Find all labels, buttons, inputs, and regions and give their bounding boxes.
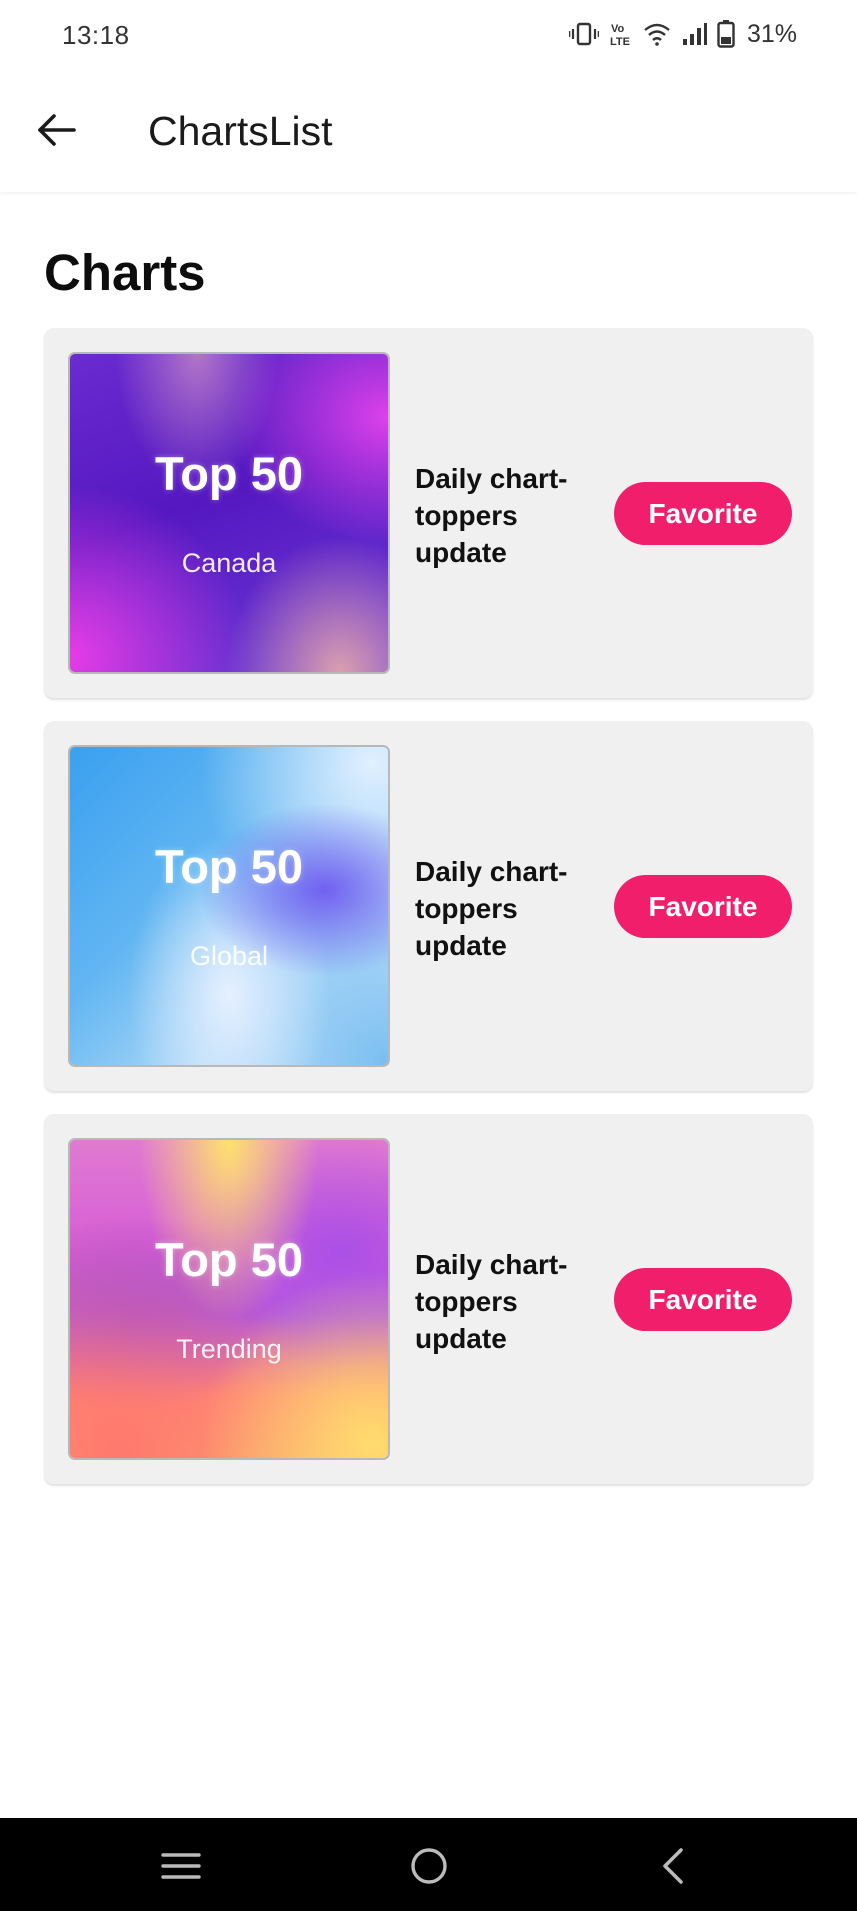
page-title: ChartsList	[148, 108, 333, 154]
home-button[interactable]	[407, 1844, 451, 1888]
chart-cover-image[interactable]: Top 50 Trending	[70, 1140, 388, 1458]
back-icon	[652, 1848, 696, 1892]
cover-subtitle: Global	[189, 941, 269, 971]
cover-title: Top 50	[155, 840, 303, 893]
volte-icon: Vo LTE	[609, 21, 633, 47]
charts-list: Top 50 Canada Daily chart-toppers update…	[44, 328, 813, 1507]
favorite-button[interactable]: Favorite	[614, 482, 792, 545]
favorite-button[interactable]: Favorite	[614, 1268, 792, 1331]
navigation-bar	[0, 1818, 857, 1911]
system-back-button[interactable]	[652, 1844, 696, 1888]
section-title: Charts	[44, 244, 206, 301]
chart-card-canada[interactable]: Top 50 Canada Daily chart-toppers update…	[44, 328, 813, 698]
chart-cover-image[interactable]: Top 50 Global	[70, 747, 388, 1065]
arrow-left-icon	[36, 113, 76, 152]
chart-card-global[interactable]: Top 50 Global Daily chart-toppers update…	[44, 721, 813, 1091]
back-button[interactable]	[26, 102, 86, 162]
svg-text:LTE: LTE	[610, 36, 630, 47]
battery-percent: 31%	[746, 19, 797, 48]
svg-text:Vo: Vo	[611, 23, 625, 35]
signal-icon	[681, 22, 707, 46]
chart-description: Daily chart-toppers update	[415, 463, 568, 568]
recent-apps-button[interactable]	[159, 1844, 203, 1888]
favorite-button[interactable]: Favorite	[614, 875, 792, 938]
home-icon	[407, 1848, 451, 1892]
chart-cover-image[interactable]: Top 50 Canada	[70, 354, 388, 672]
cover-title: Top 50	[155, 447, 303, 500]
status-time: 13:18	[62, 20, 130, 50]
cover-title: Top 50	[155, 1233, 303, 1286]
vibrate-icon	[568, 21, 599, 47]
status-bar: 13:18 Vo LTE 31%	[0, 0, 857, 72]
cover-subtitle: Canada	[181, 548, 277, 578]
app-bar: ChartsList	[0, 72, 857, 192]
cover-subtitle: Trending	[176, 1334, 282, 1364]
wifi-icon	[643, 22, 671, 46]
chart-description: Daily chart-toppers update	[415, 856, 568, 961]
chart-card-trending[interactable]: Top 50 Trending Daily chart-toppers upda…	[44, 1114, 813, 1484]
chart-description: Daily chart-toppers update	[415, 1249, 568, 1354]
menu-icon	[159, 1853, 203, 1892]
status-icons: Vo LTE 31%	[568, 18, 797, 50]
battery-icon	[717, 20, 735, 48]
